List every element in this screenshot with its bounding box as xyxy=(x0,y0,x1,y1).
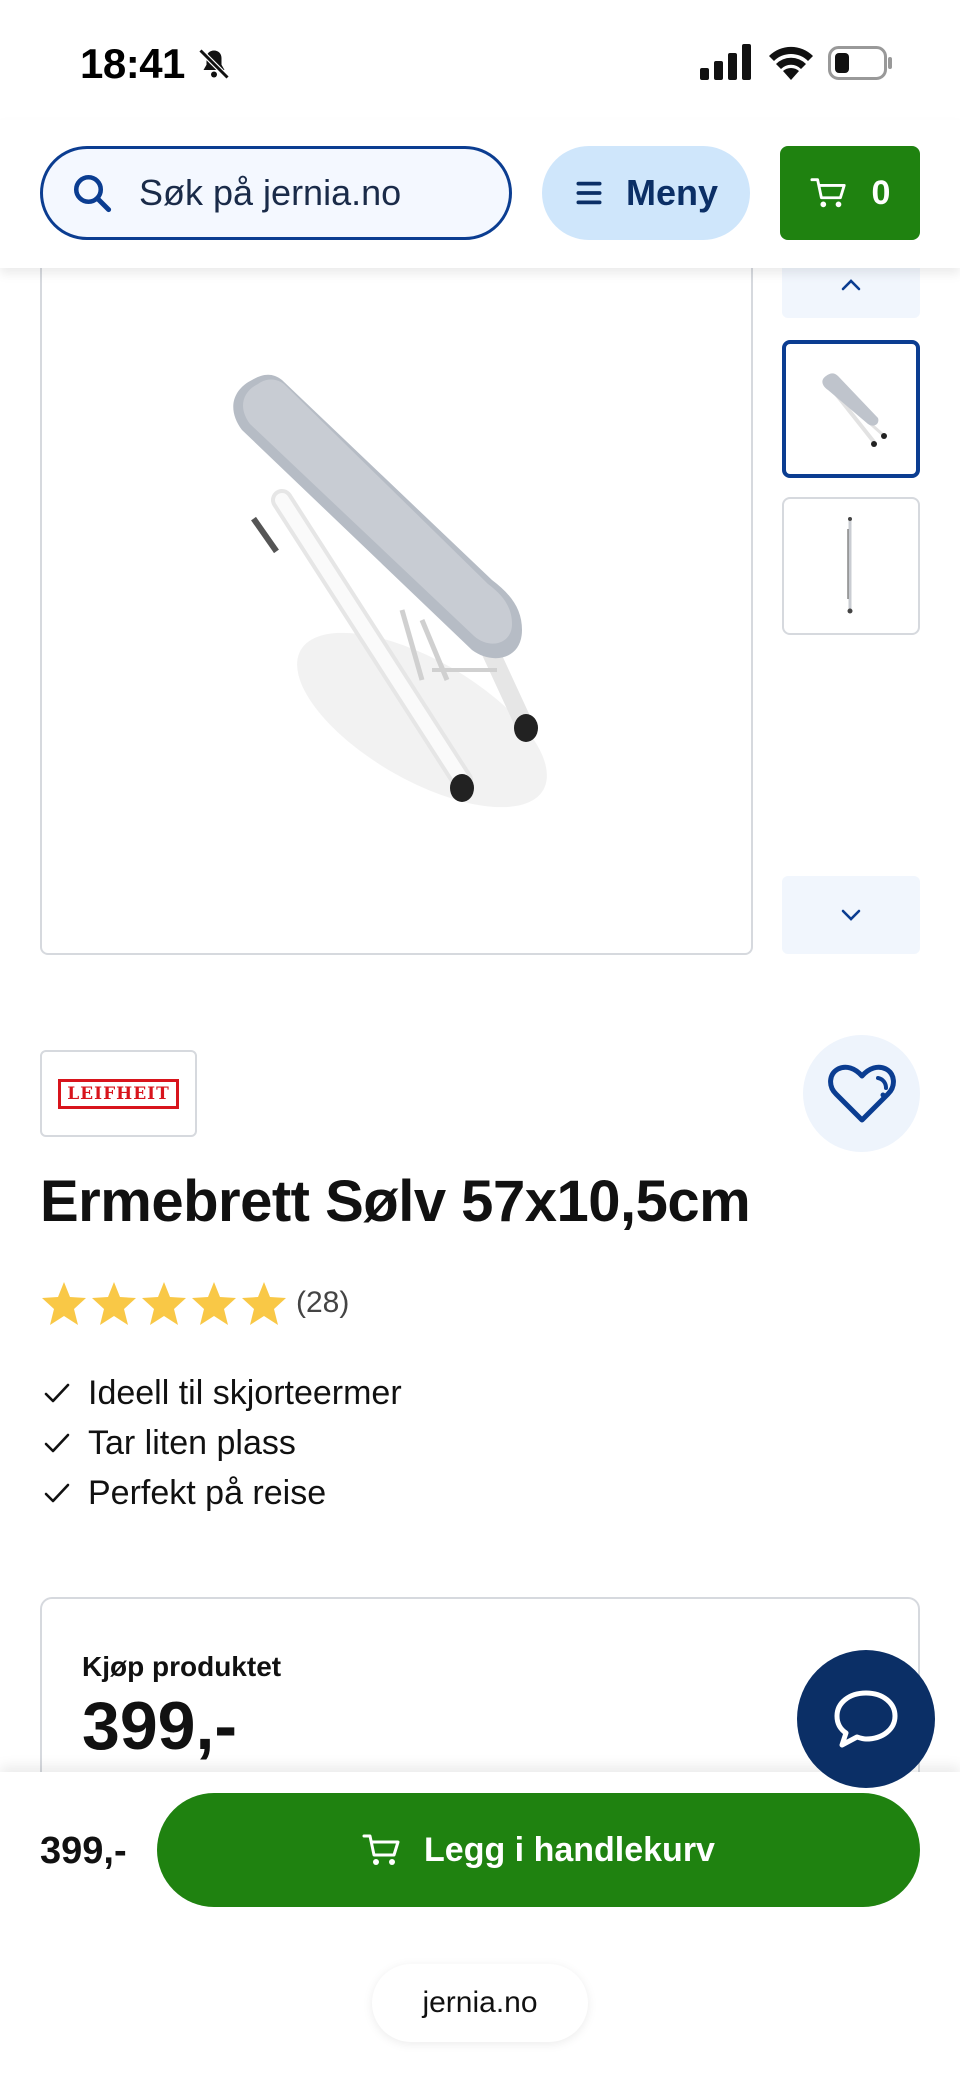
menu-button[interactable]: Meny xyxy=(542,146,750,240)
brand-logo-link[interactable]: LEIFHEIT xyxy=(40,1050,197,1137)
feature-item: Tar liten plass xyxy=(44,1418,402,1468)
add-to-cart-label: Legg i handlekurv xyxy=(424,1830,715,1869)
feature-item: Perfekt på reise xyxy=(44,1468,402,1518)
thumbnail-2[interactable] xyxy=(782,497,920,635)
check-icon xyxy=(44,1433,70,1453)
search-placeholder: Søk på jernia.no xyxy=(139,172,402,213)
chat-button[interactable] xyxy=(797,1650,935,1788)
favorite-button[interactable] xyxy=(803,1035,920,1152)
chevron-up-icon xyxy=(841,279,861,291)
buy-box-label: Kjøp produktet xyxy=(82,1651,282,1682)
menu-icon xyxy=(576,181,602,205)
search-input[interactable]: Søk på jernia.no xyxy=(40,146,512,240)
ironing-board-image xyxy=(233,374,547,808)
thumbnails-down-button[interactable] xyxy=(782,876,920,954)
thumbnail-1[interactable] xyxy=(782,340,920,478)
search-icon xyxy=(73,174,112,213)
browser-url: jernia.no xyxy=(422,1986,538,2019)
feature-item: Ideell til skjorteermer xyxy=(44,1368,402,1418)
browser-url-bar[interactable]: jernia.no xyxy=(372,1964,588,2042)
chat-icon xyxy=(834,1690,898,1748)
feature-list: Ideell til skjorteermer Tar liten plass … xyxy=(44,1368,402,1518)
cart-count: 0 xyxy=(871,173,891,212)
cart-icon xyxy=(362,1834,400,1865)
check-icon xyxy=(44,1383,70,1403)
cart-button[interactable]: 0 xyxy=(780,146,920,240)
product-title: Ermebrett Sølv 57x10,5cm xyxy=(40,1169,751,1234)
brand-logo: LEIFHEIT xyxy=(58,1078,179,1109)
sticky-buy-bar: 399,- Legg i handlekurv jernia.no xyxy=(0,1772,960,2078)
thumbnail-image-2 xyxy=(847,517,853,614)
review-count: (28) xyxy=(296,1286,350,1319)
star-icon xyxy=(242,1282,286,1325)
cart-icon xyxy=(810,178,846,208)
rating-stars xyxy=(40,1280,290,1326)
thumbnail-image-1 xyxy=(822,373,887,447)
battery-icon xyxy=(828,46,892,80)
star-icon xyxy=(142,1282,186,1325)
add-to-cart-button[interactable]: Legg i handlekurv xyxy=(157,1793,920,1907)
check-icon xyxy=(44,1483,70,1503)
sticky-price: 399,- xyxy=(40,1830,127,1872)
heart-icon xyxy=(827,1064,896,1122)
bell-muted-icon xyxy=(198,48,230,80)
feature-text: Tar liten plass xyxy=(88,1423,296,1462)
product-rating[interactable]: (28) xyxy=(40,1280,349,1326)
star-icon xyxy=(192,1282,236,1325)
status-time: 18:41 xyxy=(80,40,185,87)
signal-icon xyxy=(700,44,751,80)
site-header: Søk på jernia.no Meny 0 xyxy=(0,120,960,268)
feature-text: Ideell til skjorteermer xyxy=(88,1373,402,1412)
wifi-icon xyxy=(769,46,813,80)
status-bar: 18:41 xyxy=(0,0,960,120)
star-icon xyxy=(42,1282,86,1325)
star-icon xyxy=(92,1282,136,1325)
menu-label: Meny xyxy=(625,172,719,213)
buy-box-price: 399,- xyxy=(82,1688,237,1764)
product-main-image[interactable] xyxy=(40,250,753,955)
feature-text: Perfekt på reise xyxy=(88,1473,327,1512)
chevron-down-icon xyxy=(841,909,861,921)
